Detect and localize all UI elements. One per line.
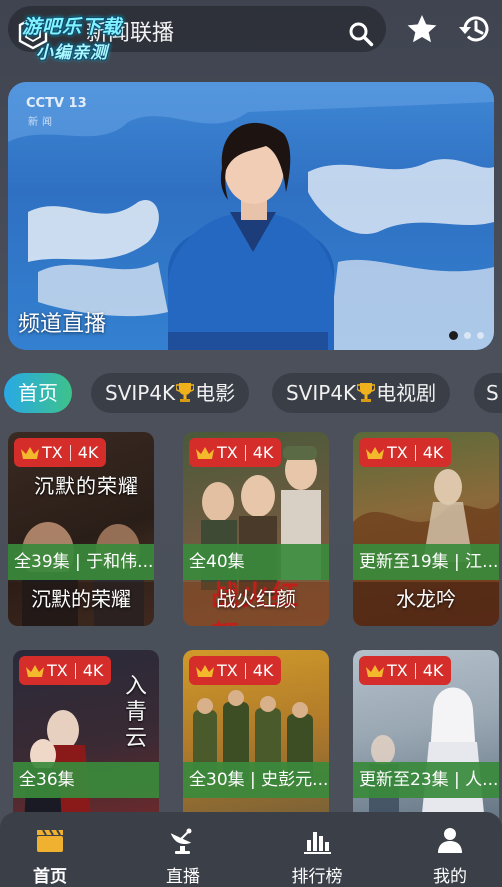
card-title: 沉默的荣耀 [31, 587, 131, 611]
badge-quality: 4K [422, 661, 444, 680]
card-title: 战火红颜 [216, 587, 296, 611]
video-card[interactable]: 沉默的荣耀 TX 4K 全39集 | 于和伟... 沉默的荣耀 [8, 432, 154, 626]
badge-source: TX [47, 661, 68, 680]
carousel-dot[interactable] [449, 331, 458, 340]
star-icon[interactable] [406, 13, 438, 45]
crown-icon [196, 446, 214, 459]
badge-quality: 4K [77, 443, 99, 462]
featured-banner[interactable]: CCTV 13 新闻 频道直播 [8, 82, 494, 350]
bar-chart-icon [304, 832, 331, 854]
tab-home[interactable]: 首页 [4, 373, 72, 413]
crown-icon [196, 664, 214, 677]
channel-sub: 新闻 [28, 117, 56, 128]
carousel-dot[interactable] [477, 332, 484, 339]
tab-label-prefix: SVIP4K [105, 381, 176, 405]
crown-icon [21, 446, 39, 459]
trophy-icon [176, 383, 195, 402]
badge-quality: 4K [252, 661, 274, 680]
carousel-indicator[interactable] [449, 331, 484, 340]
source-badge: TX 4K [189, 656, 282, 685]
badge-quality: 4K [82, 661, 104, 680]
tab-label: S [486, 381, 499, 405]
tab-more[interactable]: S [474, 373, 502, 413]
source-badge: TX 4K [19, 656, 112, 685]
carousel-dot[interactable] [464, 332, 471, 339]
watermark: 游吧乐下载 小编亲测 [22, 8, 152, 68]
nav-label: 排行榜 [291, 867, 343, 887]
nav-label: 首页 [33, 867, 67, 887]
source-badge: TX 4K [189, 438, 282, 467]
satellite-dish-icon [170, 828, 192, 854]
bottom-navigation: 首页 直播 排行榜 我的 [0, 812, 502, 887]
episode-info: 全30集 | 史彭元... [183, 762, 329, 798]
badge-quality: 4K [422, 443, 444, 462]
source-badge: TX 4K [359, 656, 452, 685]
crown-icon [26, 664, 44, 677]
banner-caption: 频道直播 [18, 312, 107, 337]
video-card[interactable]: 战火红颜 TX4K 全40集 战火红颜 [183, 432, 329, 626]
source-badge: TX 4K [14, 438, 107, 467]
tab-label: 首页 [18, 381, 58, 405]
user-icon [438, 828, 462, 853]
badge-source: TX [217, 661, 238, 680]
video-card[interactable]: TX 4K 更新至19集 | 江... 水龙吟 [353, 432, 499, 626]
card-title: 水龙吟 [396, 587, 456, 611]
source-badge: TX 4K [359, 438, 452, 467]
tab-svip4k-series[interactable]: SVIP4K 电视剧 [272, 373, 451, 413]
episode-info: 全36集 [13, 762, 159, 798]
episode-info: 全40集 [183, 544, 329, 580]
badge-source: TX [42, 443, 63, 462]
poster-text: 沉默的荣耀 [34, 474, 139, 498]
tab-svip4k-movies[interactable]: SVIP4K 电影 [91, 373, 250, 413]
badge-source: TX [387, 661, 408, 680]
poster-text: 入青云 [125, 674, 148, 751]
tab-label-suffix: 电视剧 [376, 381, 437, 405]
watermark-line1: 游吧乐下载 [22, 16, 123, 38]
badge-source: TX [387, 443, 408, 462]
watermark-line2: 小编亲测 [36, 43, 108, 63]
badge-source: TX [217, 443, 238, 462]
nav-live[interactable]: 直播 [133, 812, 233, 887]
app-screen: 新闻联播 游吧乐下载 小编亲测 CCTV 13 新闻 频道直播 首页 SVIP4… [0, 0, 502, 887]
badge-quality: 4K [252, 443, 274, 462]
category-tabs: 首页 SVIP4K 电影 SVIP4K 电视剧 S [0, 370, 502, 416]
crown-icon [366, 664, 384, 677]
tab-label-suffix: 电影 [195, 381, 236, 405]
clapperboard-icon [37, 829, 63, 852]
nav-ranking[interactable]: 排行榜 [267, 812, 367, 887]
nav-profile[interactable]: 我的 [400, 812, 500, 887]
trophy-icon [357, 383, 376, 402]
nav-label: 我的 [433, 867, 467, 887]
nav-home[interactable]: 首页 [0, 812, 100, 887]
crown-icon [366, 446, 384, 459]
episode-info: 更新至23集 | 人... [353, 762, 499, 798]
tab-label-prefix: SVIP4K [286, 381, 357, 405]
history-icon[interactable] [457, 13, 491, 45]
episode-info: 全39集 | 于和伟... [8, 544, 154, 580]
top-bar: 新闻联播 游吧乐下载 小编亲测 [0, 0, 502, 66]
episode-info: 更新至19集 | 江... [353, 544, 499, 580]
nav-label: 直播 [166, 867, 200, 887]
search-icon[interactable] [348, 21, 374, 47]
channel-logo: CCTV 13 [26, 96, 87, 111]
